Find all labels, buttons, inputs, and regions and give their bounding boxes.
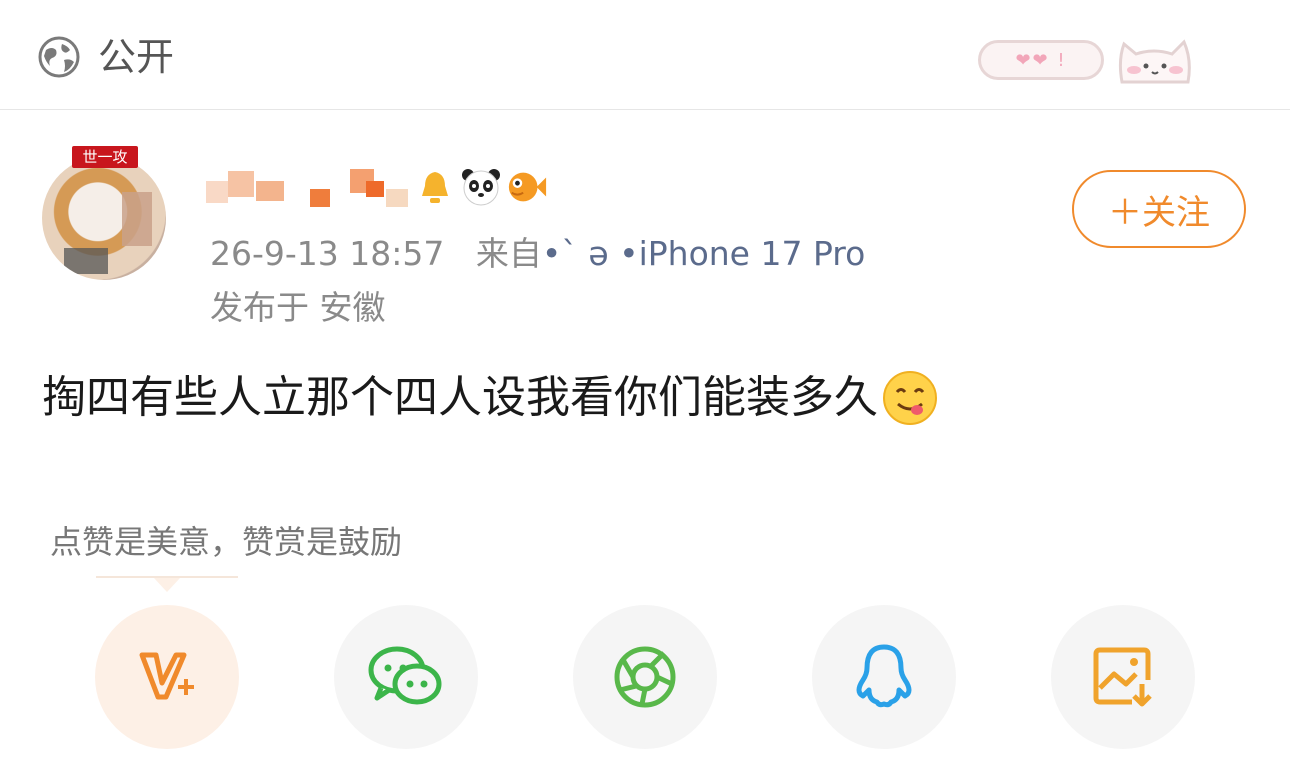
post-time: 26-9-13 18:57	[210, 234, 445, 273]
vip-reward-button[interactable]	[95, 605, 239, 749]
post-text: 掏四有些人立那个四人设我看你们能装多久	[42, 372, 878, 423]
cat-sticker-icon	[1118, 39, 1191, 84]
wechat-icon	[368, 646, 442, 705]
qq-share-button[interactable]	[812, 605, 956, 749]
reward-tip: 点赞是美意，赞赏是鼓励	[50, 523, 403, 561]
yum-emoji-icon	[883, 371, 937, 425]
panda-icon	[460, 166, 502, 208]
post-location: 发布于 安徽	[210, 288, 386, 327]
moments-share-button[interactable]	[573, 605, 717, 749]
source-prefix: 来自	[475, 234, 542, 273]
vip-reward-icon	[139, 652, 194, 700]
moments-icon	[614, 646, 676, 708]
post-meta: 26-9-13 18:57 来自•ˋ ə •iPhone 17 Pro	[210, 232, 865, 276]
source-decoration: •ˋ ə	[541, 234, 620, 273]
source-device[interactable]: •iPhone 17 Pro	[619, 234, 865, 273]
avatar[interactable]	[42, 156, 166, 280]
save-image-button[interactable]	[1051, 605, 1195, 749]
globe-icon	[38, 36, 80, 78]
bell-badge-icon	[414, 166, 456, 208]
save-image-icon	[1093, 647, 1152, 707]
heart-sticker: ❤❤ !	[978, 40, 1104, 80]
author-name-redacted[interactable]	[206, 167, 410, 207]
avatar-badge: 世一攻	[72, 146, 138, 168]
qq-icon	[856, 644, 912, 708]
tip-pointer	[96, 576, 238, 592]
post-content: 掏四有些人立那个四人设我看你们能装多久	[42, 368, 938, 428]
avatar-mosaic	[122, 192, 152, 246]
pufferfish-icon	[506, 166, 548, 208]
author-name-row[interactable]	[206, 160, 548, 214]
author-avatar[interactable]: 世一攻	[42, 146, 168, 282]
top-bar: 公开 ❤❤ !	[0, 0, 1290, 110]
follow-button[interactable]: ＋关注	[1072, 170, 1246, 248]
wechat-share-button[interactable]	[334, 605, 478, 749]
visibility-label[interactable]: 公开	[98, 32, 174, 82]
avatar-mosaic	[64, 248, 108, 274]
